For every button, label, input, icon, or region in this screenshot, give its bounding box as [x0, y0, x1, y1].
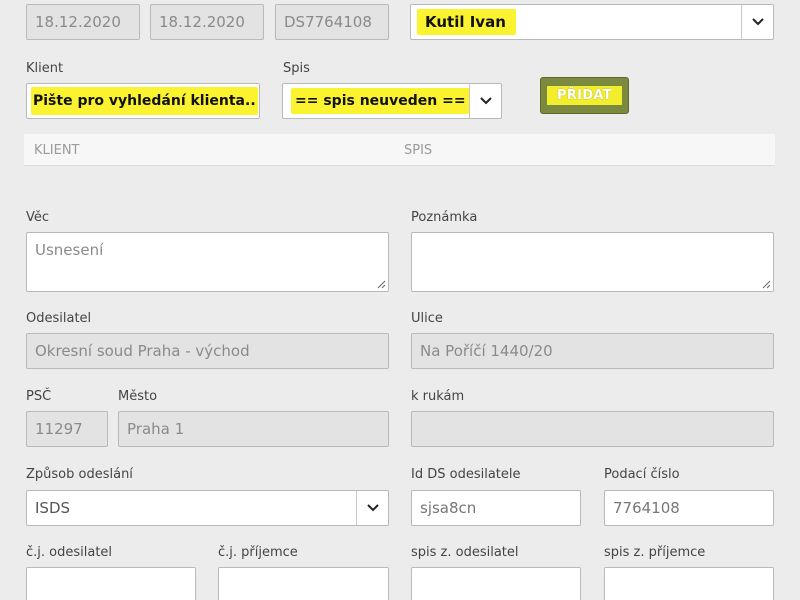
chevron-down-icon[interactable] — [741, 5, 773, 39]
cj-odesilatel-label: č.j. odesilatel — [26, 545, 113, 560]
spis-label: Spis — [283, 61, 310, 76]
mesto-value: Praha 1 — [127, 420, 185, 438]
zpusob-value: ISDS — [35, 499, 71, 517]
ulice-value: Na Poříčí 1440/20 — [420, 342, 553, 360]
resize-handle-icon[interactable] — [762, 280, 771, 289]
mesto-field[interactable]: Praha 1 — [118, 411, 389, 447]
spis-select[interactable]: == spis neuveden == — [282, 83, 502, 119]
id-ds-label: Id DS odesilatele — [411, 467, 521, 482]
spis-odesilatel-field[interactable] — [411, 567, 581, 600]
k-rukam-field[interactable] — [411, 411, 774, 447]
spis-value: == spis neuveden == — [291, 88, 470, 114]
column-header-spis: SPIS — [404, 143, 433, 158]
resize-handle-icon[interactable] — [377, 280, 386, 289]
date-field-1[interactable]: 18.12.2020 — [26, 4, 140, 40]
spis-prijemce-field[interactable] — [604, 567, 774, 600]
klient-label: Klient — [26, 61, 64, 76]
ulice-label: Ulice — [411, 311, 443, 326]
add-button[interactable]: PŘIDAT — [540, 77, 629, 114]
vec-label: Věc — [26, 210, 50, 225]
klient-placeholder: Pište pro vyhledání klienta.. — [31, 87, 258, 115]
psc-value: 11297 — [35, 420, 83, 438]
id-ds-field[interactable]: sjsa8cn — [411, 490, 581, 526]
spis-odesilatel-label: spis z. odesilatel — [411, 545, 519, 560]
ds-id-value: DS7764108 — [284, 13, 372, 31]
psc-field[interactable]: 11297 — [26, 411, 108, 447]
cj-prijemce-field[interactable] — [218, 567, 389, 600]
column-header-klient: KLIENT — [34, 143, 80, 158]
zpusob-label: Způsob odeslání — [26, 467, 133, 482]
poznamka-label: Poznámka — [411, 210, 478, 225]
cj-prijemce-label: č.j. příjemce — [218, 545, 298, 560]
assignee-select[interactable]: Kutil Ivan — [410, 4, 774, 40]
vec-value: Usnesení — [35, 241, 104, 259]
vec-textarea[interactable]: Usnesení — [26, 232, 389, 292]
zpusob-select[interactable]: ISDS — [26, 490, 389, 526]
podaci-field[interactable]: 7764108 — [604, 490, 774, 526]
date-field-2[interactable]: 18.12.2020 — [150, 4, 264, 40]
psc-label: PSČ — [26, 389, 52, 404]
assignee-value: Kutil Ivan — [417, 9, 516, 35]
id-ds-value: sjsa8cn — [420, 499, 477, 517]
ds-id-field[interactable]: DS7764108 — [275, 4, 389, 40]
odesilatel-label: Odesilatel — [26, 311, 92, 326]
poznamka-textarea[interactable] — [411, 232, 774, 292]
k-rukam-label: k rukám — [411, 389, 465, 404]
add-button-label: PŘIDAT — [547, 86, 622, 105]
odesilatel-value: Okresní soud Praha - východ — [35, 342, 250, 360]
podaci-value: 7764108 — [613, 499, 680, 517]
klient-search-input[interactable]: Pište pro vyhledání klienta.. — [26, 83, 260, 119]
spis-prijemce-label: spis z. příjemce — [604, 545, 706, 560]
chevron-down-icon[interactable] — [469, 84, 501, 118]
date-field-1-value: 18.12.2020 — [35, 13, 121, 31]
podaci-label: Podací číslo — [604, 467, 680, 482]
client-table-header: KLIENT SPIS — [24, 134, 775, 166]
odesilatel-field[interactable]: Okresní soud Praha - východ — [26, 333, 389, 369]
chevron-down-icon[interactable] — [356, 491, 388, 525]
cj-odesilatel-field[interactable] — [26, 567, 196, 600]
date-field-2-value: 18.12.2020 — [159, 13, 245, 31]
ulice-field[interactable]: Na Poříčí 1440/20 — [411, 333, 774, 369]
mesto-label: Město — [118, 389, 158, 404]
